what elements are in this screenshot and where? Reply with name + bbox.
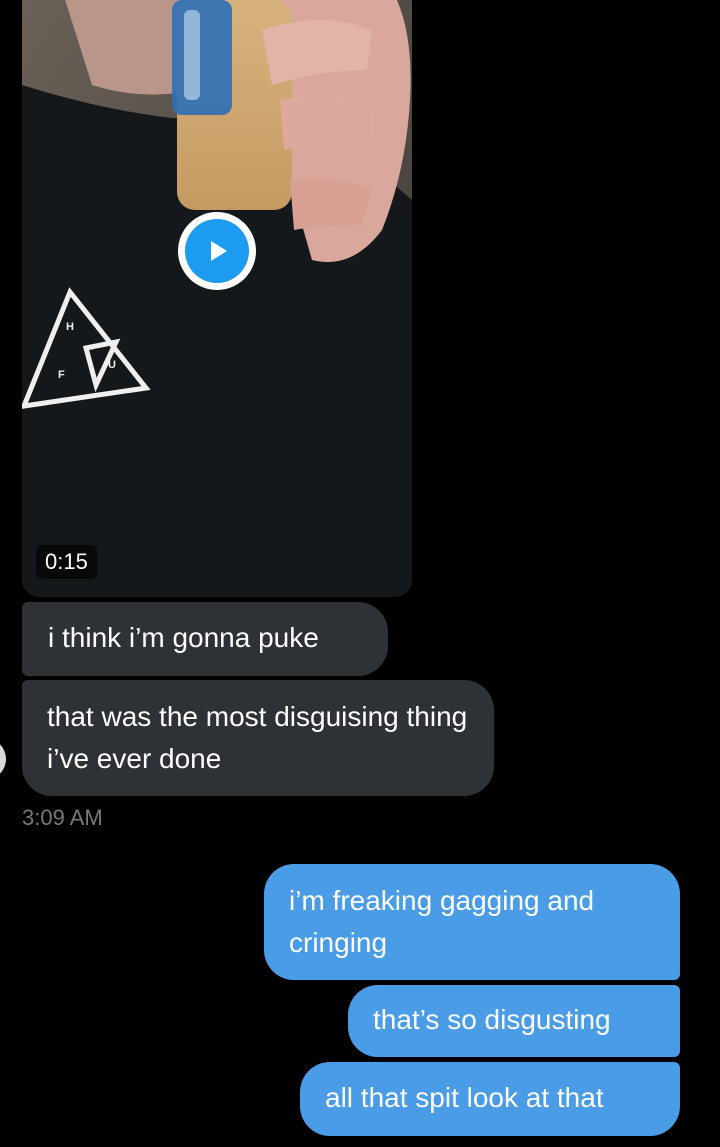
logo-letter-f: F <box>58 369 65 381</box>
video-attachment[interactable]: H F U 0:15 <box>22 0 412 597</box>
received-message[interactable]: i think i’m gonna puke <box>22 602 388 676</box>
sent-message[interactable]: i’m freaking gagging and cringing <box>264 864 680 980</box>
play-button[interactable] <box>178 212 256 290</box>
message-timestamp: 3:09 AM <box>22 805 103 830</box>
sent-message[interactable]: that’s so disgusting <box>348 985 680 1057</box>
logo-letter-u: U <box>108 359 116 371</box>
received-message[interactable]: that was the most disguising thing i’ve … <box>22 680 494 796</box>
video-thumbnail: H F U <box>22 0 412 597</box>
avatar[interactable] <box>0 738 6 780</box>
sent-message[interactable]: all that spit look at that <box>300 1062 680 1136</box>
play-icon <box>211 241 227 261</box>
logo-letter-h: H <box>66 321 74 333</box>
video-duration: 0:15 <box>36 545 97 580</box>
